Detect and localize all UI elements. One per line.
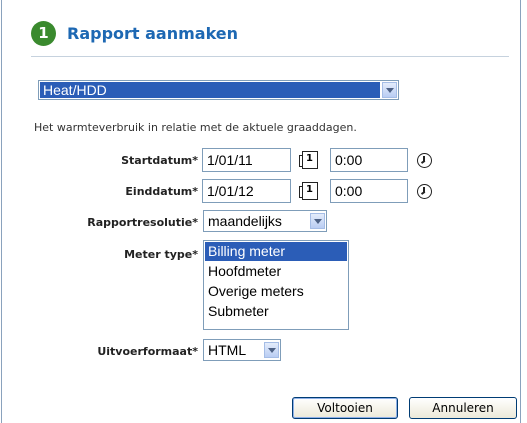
resolution-value: maandelijks bbox=[208, 213, 282, 229]
finish-button[interactable]: Voltooien bbox=[292, 397, 398, 419]
end-date-input[interactable]: 1/01/12 bbox=[202, 179, 291, 203]
resolution-select[interactable]: maandelijks bbox=[203, 210, 327, 232]
meter-type-label: Meter type* bbox=[124, 248, 198, 261]
chevron-down-icon[interactable] bbox=[382, 82, 397, 98]
page-title: Rapport aanmaken bbox=[67, 23, 239, 43]
report-description: Het warmteverbruik in relatie met de akt… bbox=[34, 121, 357, 134]
clock-icon[interactable] bbox=[417, 184, 432, 199]
chevron-down-icon[interactable] bbox=[264, 342, 279, 358]
meter-type-option[interactable]: Hoofdmeter bbox=[204, 261, 348, 281]
output-format-label: Uitvoerformaat* bbox=[97, 345, 198, 358]
meter-type-listbox[interactable]: Billing meter Hoofdmeter Overige meters … bbox=[203, 240, 349, 330]
step-number-badge: 1 bbox=[31, 20, 56, 46]
meter-type-option[interactable]: Billing meter bbox=[205, 242, 347, 261]
start-date-input[interactable]: 1/01/11 bbox=[202, 148, 291, 172]
header-divider bbox=[31, 56, 509, 57]
dialog-header: 1 Rapport aanmaken bbox=[31, 20, 238, 46]
cancel-button[interactable]: Annuleren bbox=[409, 397, 517, 419]
meter-type-option[interactable]: Submeter bbox=[204, 301, 348, 321]
start-time-input[interactable]: 0:00 bbox=[330, 148, 408, 172]
report-type-select[interactable]: Heat/HDD bbox=[38, 80, 399, 100]
meter-type-option[interactable]: Overige meters bbox=[204, 281, 348, 301]
output-format-value: HTML bbox=[208, 342, 247, 358]
clock-icon[interactable] bbox=[417, 153, 432, 168]
report-type-value: Heat/HDD bbox=[40, 82, 380, 98]
calendar-icon[interactable]: 1 bbox=[299, 182, 318, 200]
end-date-label: Einddatum* bbox=[125, 185, 198, 198]
end-time-input[interactable]: 0:00 bbox=[330, 179, 408, 203]
output-format-select[interactable]: HTML bbox=[203, 339, 281, 361]
resolution-label: Rapportresolutie* bbox=[87, 216, 198, 229]
start-date-label: Startdatum* bbox=[121, 154, 198, 167]
chevron-down-icon[interactable] bbox=[310, 213, 325, 229]
calendar-icon[interactable]: 1 bbox=[299, 151, 318, 169]
